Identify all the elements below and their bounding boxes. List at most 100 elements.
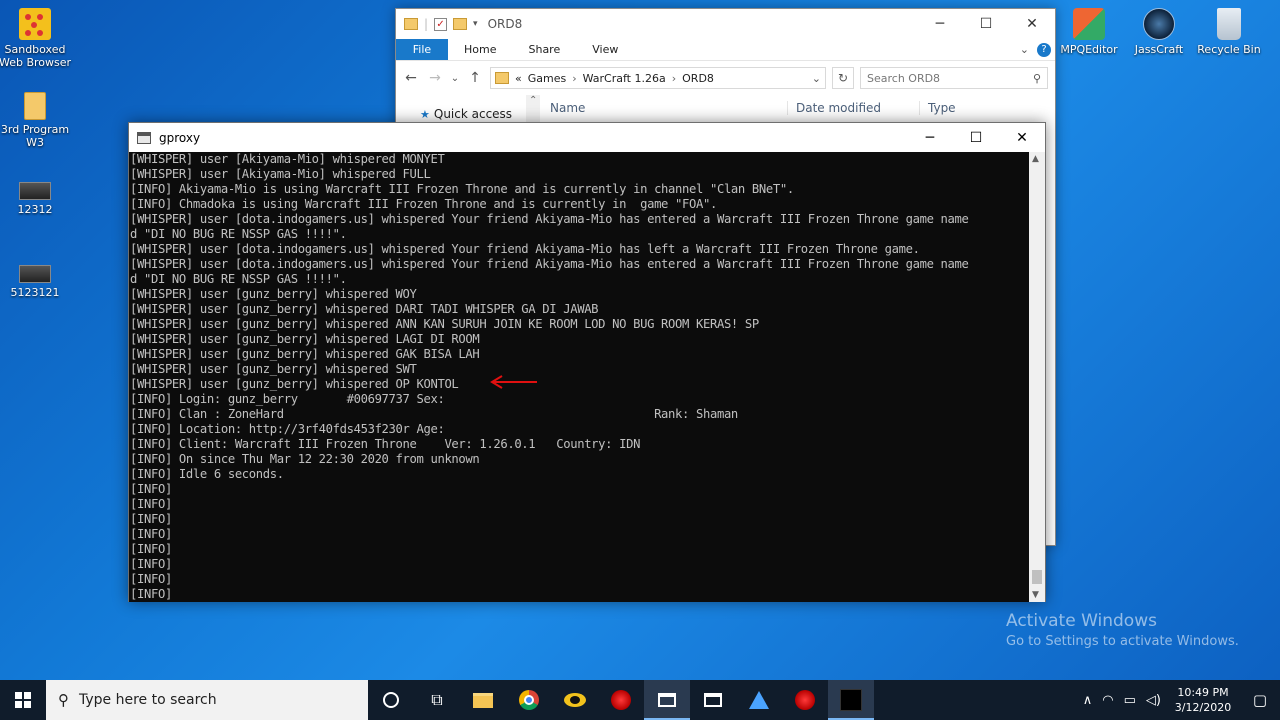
breadcrumb-item-games[interactable]: Games: [528, 72, 566, 85]
gproxy-console-window[interactable]: gproxy ─ ☐ ✕ [WHISPER] user [Akiyama-Mio…: [128, 122, 1046, 602]
console-line: [WHISPER] user [dota.indogamers.us] whis…: [130, 257, 969, 271]
scroll-up-icon[interactable]: ▲: [1032, 154, 1039, 164]
console-line: [INFO]: [130, 587, 172, 601]
chrome-icon: [519, 690, 539, 710]
close-icon[interactable]: ✕: [1009, 9, 1055, 39]
ribbon-tab-file[interactable]: File: [396, 39, 448, 60]
up-arrow-icon[interactable]: ↑: [466, 70, 484, 86]
volume-icon[interactable]: ◁): [1141, 693, 1166, 708]
column-header-type[interactable]: Type: [919, 101, 1039, 115]
maximize-icon[interactable]: ☐: [963, 9, 1009, 39]
console-line: [INFO]: [130, 542, 172, 556]
desktop-icon-label: 3rd Program W3: [0, 123, 70, 149]
refresh-icon[interactable]: ↻: [832, 67, 854, 89]
system-tray: ∧ ◠ ▭ ◁) 10:49 PM 3/12/2020 ▢: [1078, 680, 1280, 720]
start-button[interactable]: [0, 680, 46, 720]
column-header-date-modified[interactable]: Date modified: [787, 101, 919, 115]
console-line: [INFO] Location: http://3rf40fds453f230r…: [130, 422, 445, 436]
explorer-title-bar[interactable]: | ✓ ▾ ORD8 ─ ☐ ✕: [396, 9, 1055, 39]
taskbar-chrome[interactable]: [506, 680, 552, 720]
new-folder-icon[interactable]: [453, 18, 468, 30]
taskbar: ⚲ Type here to search ⧉ ∧ ◠ ▭ ◁) 10:49 P…: [0, 680, 1280, 720]
scrollbar-thumb[interactable]: [1032, 570, 1042, 584]
taskbar-explorer-window[interactable]: [644, 680, 690, 720]
breadcrumb-item-ord8[interactable]: ORD8: [682, 72, 714, 85]
column-header-name[interactable]: Name: [542, 101, 787, 115]
expand-ribbon-icon[interactable]: ⌄: [1020, 43, 1029, 56]
desktop-icon-5123121[interactable]: 5123121: [0, 255, 73, 299]
taskbar-window-2[interactable]: [690, 680, 736, 720]
console-line: [WHISPER] user [gunz_berry] whispered OP…: [130, 377, 459, 391]
network-icon[interactable]: ◠: [1097, 693, 1118, 708]
taskbar-clock[interactable]: 10:49 PM 3/12/2020: [1166, 685, 1240, 715]
console-line: [WHISPER] user [gunz_berry] whispered SW…: [130, 362, 417, 376]
cortana-button[interactable]: [368, 680, 414, 720]
console-line: [INFO]: [130, 572, 172, 586]
breadcrumb-item-warcraft[interactable]: WarCraft 1.26a: [583, 72, 666, 85]
minimize-icon[interactable]: ─: [917, 9, 963, 39]
task-view-button[interactable]: ⧉: [414, 680, 460, 720]
ribbon-tab-view[interactable]: View: [576, 39, 634, 60]
console-line: [WHISPER] user [dota.indogamers.us] whis…: [130, 212, 969, 226]
console-line: [INFO]: [130, 527, 172, 541]
close-icon[interactable]: ✕: [999, 123, 1045, 152]
console-line: [WHISPER] user [Akiyama-Mio] whispered F…: [130, 167, 431, 181]
folder-icon: [495, 72, 509, 84]
taskbar-app-a[interactable]: [736, 680, 782, 720]
console-line: d "DI NO BUG RE NSSP GAS !!!!".: [130, 227, 347, 241]
navigation-pane: Quick access: [396, 95, 542, 121]
clock-time: 10:49 PM: [1177, 686, 1229, 699]
console-line: [INFO]: [130, 497, 172, 511]
customize-toolbar-icon[interactable]: ▾: [473, 19, 478, 29]
minimize-icon[interactable]: ─: [907, 123, 953, 152]
taskbar-red-app-2[interactable]: [782, 680, 828, 720]
desktop-icon-jasscraft[interactable]: JassCraft: [1121, 8, 1197, 56]
desktop-icon-recycle-bin[interactable]: Recycle Bin: [1191, 8, 1267, 56]
jasscraft-icon: [1143, 8, 1175, 40]
clock-date: 3/12/2020: [1174, 701, 1232, 714]
desktop-icon-12312[interactable]: 12312: [0, 172, 73, 216]
maximize-icon[interactable]: ☐: [953, 123, 999, 152]
taskbar-file-explorer[interactable]: [460, 680, 506, 720]
nav-item-quick-access[interactable]: Quick access: [420, 107, 512, 121]
taskbar-garena[interactable]: [552, 680, 598, 720]
sandboxed-browser-icon: [19, 8, 51, 40]
search-icon: ⚲: [1032, 71, 1041, 85]
recent-locations-icon[interactable]: ⌄: [450, 73, 460, 84]
chevron-down-icon[interactable]: ⌄: [812, 72, 821, 85]
desktop-icon-label: JassCraft: [1134, 43, 1184, 56]
console-scrollbar[interactable]: ▲ ▼: [1029, 152, 1045, 602]
ribbon-tab-share[interactable]: Share: [512, 39, 576, 60]
address-bar[interactable]: « Games › WarCraft 1.26a › ORD8 ⌄: [490, 67, 826, 89]
console-line: [WHISPER] user [gunz_berry] whispered LA…: [130, 332, 480, 346]
notification-icon[interactable]: ▢: [1240, 691, 1280, 709]
console-line: [WHISPER] user [dota.indogamers.us] whis…: [130, 242, 920, 256]
desktop-icon-3rd-program[interactable]: 3rd Program W3: [0, 92, 73, 149]
back-arrow-icon[interactable]: ←: [402, 70, 420, 86]
ribbon-tab-home[interactable]: Home: [448, 39, 512, 60]
explorer-search-input[interactable]: Search ORD8 ⚲: [860, 67, 1048, 89]
console-line: [INFO] Chmadoka is using Warcraft III Fr…: [130, 197, 717, 211]
battery-icon[interactable]: ▭: [1119, 693, 1141, 708]
console-line: [WHISPER] user [gunz_berry] whispered AN…: [130, 317, 759, 331]
chevron-up-icon[interactable]: ∧: [1078, 693, 1098, 708]
console-lines: [WHISPER] user [Akiyama-Mio] whispered M…: [129, 152, 1029, 602]
mpqeditor-icon: [1073, 8, 1105, 40]
help-icon[interactable]: ?: [1037, 42, 1051, 57]
scroll-down-icon[interactable]: ▼: [1032, 590, 1039, 600]
desktop-icon-sandboxed-browser[interactable]: Sandboxed Web Browser: [0, 8, 73, 69]
console-line: [WHISPER] user [gunz_berry] whispered WO…: [130, 287, 417, 301]
console-title-bar[interactable]: gproxy ─ ☐ ✕: [129, 123, 1045, 152]
red-app-icon: [795, 690, 815, 710]
desktop-icon-mpqeditor[interactable]: MPQEditor: [1051, 8, 1127, 56]
taskbar-search-box[interactable]: ⚲ Type here to search: [46, 680, 368, 720]
console-output[interactable]: [WHISPER] user [Akiyama-Mio] whispered M…: [129, 152, 1029, 602]
taskbar-gproxy[interactable]: [828, 680, 874, 720]
activate-windows-watermark: Activate Windows Go to Settings to activ…: [1006, 611, 1239, 649]
properties-icon[interactable]: ✓: [434, 17, 448, 31]
forward-arrow-icon[interactable]: →: [426, 70, 444, 86]
taskbar-red-app-1[interactable]: [598, 680, 644, 720]
breadcrumb-overflow[interactable]: «: [515, 72, 522, 85]
console-line: [INFO]: [130, 512, 172, 526]
console-line: [INFO] Login: gunz_berry #00697737 Sex:: [130, 392, 445, 406]
